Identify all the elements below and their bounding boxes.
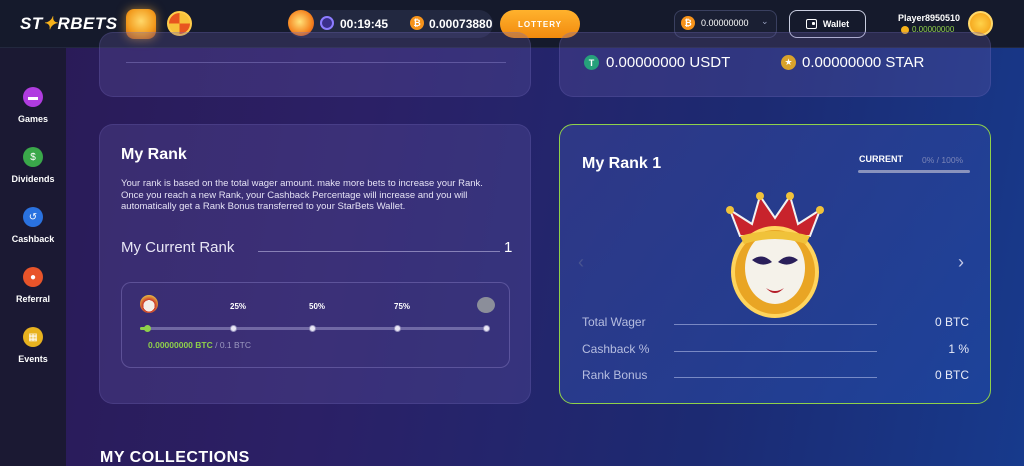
milestone-50: 50%	[309, 302, 326, 311]
lottery-jackpot: 0.00073880	[429, 17, 493, 31]
rank-detail-title: My Rank 1	[582, 155, 662, 172]
sidebar-item-events[interactable]: ▦ Events	[0, 327, 66, 364]
divider	[674, 351, 877, 352]
current-progress-bar	[858, 170, 970, 173]
divider	[258, 251, 500, 252]
wager-progress: 0.00000000 BTC / 0.1 BTC	[148, 340, 252, 350]
current-progress: 0% / 100%	[922, 155, 964, 165]
total-wager-value: 0 BTC	[934, 315, 969, 329]
calendar-icon: ▦	[23, 327, 43, 347]
player-name[interactable]: Player8950510	[898, 13, 960, 23]
starbets-logo[interactable]: ST✦RBETS	[20, 14, 118, 34]
sidebar-item-dividends[interactable]: $ Dividends	[0, 147, 66, 184]
divider	[674, 324, 877, 325]
progress-dot-start	[144, 325, 151, 332]
divider	[126, 62, 506, 63]
sidebar: ▬ Games $ Dividends ↺ Cashback ● Referra…	[0, 48, 66, 466]
rank-progress-box	[121, 282, 510, 368]
cashback-value: 1 %	[948, 342, 969, 356]
rank-bonus-value: 0 BTC	[934, 368, 969, 382]
cashback-icon: ↺	[23, 207, 43, 227]
current-rank-label: My Current Rank	[121, 239, 235, 256]
balance-value: 0.00000000	[701, 18, 749, 28]
rank-bonus-label: Rank Bonus	[582, 368, 648, 382]
jester-mask-icon	[726, 192, 824, 318]
lottery-timer: 00:19:45	[340, 17, 389, 31]
wallet-icon	[805, 19, 817, 29]
btc-icon: ₿	[681, 16, 695, 30]
btc-icon: ₿	[410, 16, 424, 30]
progress-dot-end	[483, 325, 490, 332]
gamepad-icon: ▬	[23, 87, 43, 107]
chevron-right-icon[interactable]: ›	[958, 252, 964, 273]
progress-dot-25	[230, 325, 237, 332]
progress-dot-50	[309, 325, 316, 332]
milestone-75: 75%	[394, 302, 411, 311]
my-rank-title: My Rank	[121, 146, 187, 163]
my-rank-description: Your rank is based on the total wager am…	[121, 178, 483, 213]
total-wager-label: Total Wager	[582, 315, 646, 329]
usdt-balance: 0.00000000 USDT	[606, 54, 731, 71]
progress-dot-75	[394, 325, 401, 332]
star-balance: 0.00000000 STAR	[802, 54, 925, 71]
sidebar-item-referral[interactable]: ● Referral	[0, 267, 66, 304]
cashback-label: Cashback %	[582, 342, 650, 356]
chevron-left-icon[interactable]: ‹	[578, 252, 584, 273]
current-rank-value: 1	[504, 239, 513, 256]
milestone-25: 25%	[230, 302, 247, 311]
divider	[674, 377, 877, 378]
referral-icon: ●	[23, 267, 43, 287]
current-label: CURRENT	[859, 154, 903, 164]
collections-heading: MY COLLECTIONS	[100, 449, 250, 466]
next-rank-icon	[477, 297, 495, 313]
sidebar-item-cashback[interactable]: ↺ Cashback	[0, 207, 66, 244]
top-left-card	[99, 32, 531, 97]
jester-rank-icon	[140, 295, 158, 313]
money-bag-icon: $	[23, 147, 43, 167]
usdt-icon: T	[584, 55, 599, 70]
wallet-label: Wallet	[822, 19, 850, 29]
chevron-down-icon[interactable]: ⌄	[761, 16, 769, 27]
clock-icon	[320, 16, 334, 30]
star-coin-icon: ★	[781, 55, 796, 70]
sidebar-item-games[interactable]: ▬ Games	[0, 87, 66, 124]
